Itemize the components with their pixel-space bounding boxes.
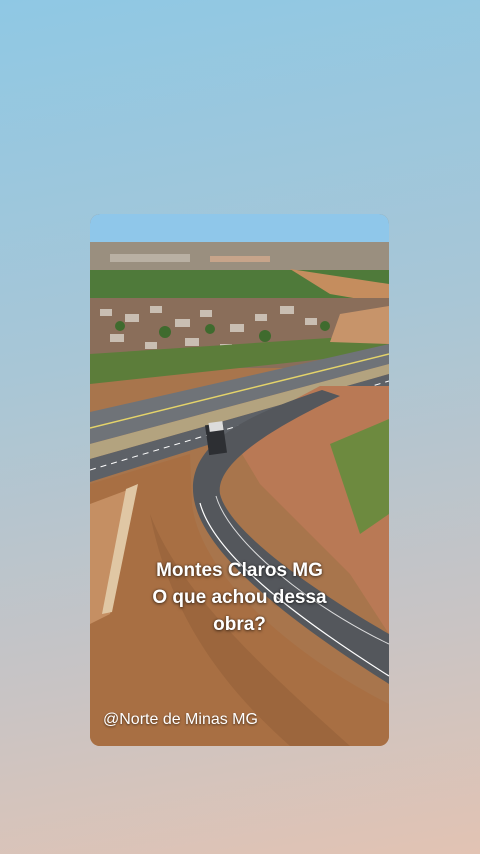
- caption-line-2: O que achou dessa: [152, 587, 327, 608]
- story-video-frame[interactable]: Montes Claros MG O que achou dessa obra?…: [90, 214, 389, 746]
- watermark-handle: @Norte de Minas MG: [103, 711, 258, 728]
- post-caption: Montes Claros MG O que achou dessa obra?: [90, 557, 389, 638]
- aerial-highway-photo: [90, 214, 389, 746]
- caption-line-1: Montes Claros MG: [156, 560, 323, 581]
- caption-line-3: obra?: [213, 614, 266, 635]
